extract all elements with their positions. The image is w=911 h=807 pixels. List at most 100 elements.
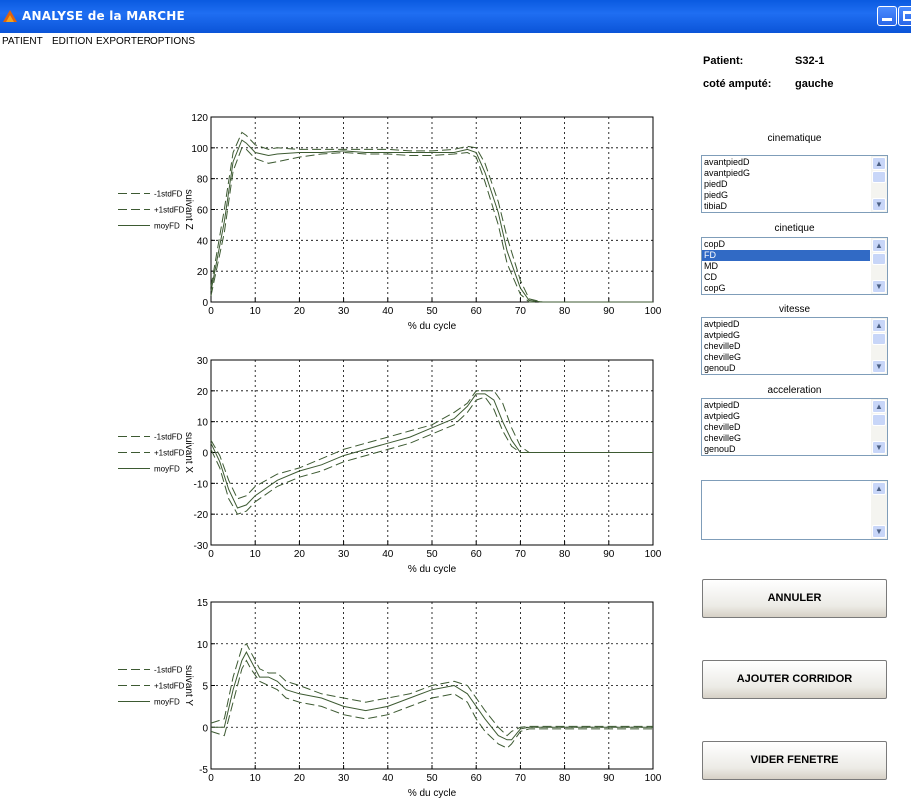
- vertical-scrollbar[interactable]: ▲ ▼: [871, 156, 887, 212]
- y-tick-label: 20: [197, 387, 209, 398]
- list-item[interactable]: genouD: [702, 363, 870, 374]
- list-item[interactable]: chevilleG: [702, 352, 870, 363]
- x-tick-label: 70: [515, 306, 527, 317]
- cinetique-title: cinetique: [774, 223, 815, 234]
- patient-label: Patient:: [703, 55, 744, 67]
- legend-label: -1stdFD: [154, 190, 183, 199]
- vertical-scrollbar[interactable]: ▲ ▼: [871, 318, 887, 374]
- legend-label: +1stdFD: [154, 682, 185, 691]
- x-tick-label: 20: [294, 306, 306, 317]
- acceleration-listbox[interactable]: avtpiedD avtpiedG chevilleD chevilleG genouD…: [701, 398, 888, 456]
- list-item[interactable]: FD: [702, 250, 870, 261]
- x-tick-label: 80: [559, 549, 571, 560]
- list-item[interactable]: avtpiedD: [702, 400, 870, 411]
- x-tick-label: 30: [338, 306, 350, 317]
- list-item[interactable]: chevilleD: [702, 341, 870, 352]
- list-item[interactable]: MD: [702, 261, 870, 272]
- x-tick-label: 0: [208, 549, 214, 560]
- add-corridor-button[interactable]: AJOUTER CORRIDOR: [702, 660, 887, 699]
- x-tick-label: 10: [250, 549, 262, 560]
- list-item[interactable]: avtpiedG: [702, 330, 870, 341]
- scroll-thumb[interactable]: [872, 253, 886, 265]
- list-item[interactable]: CD: [702, 272, 870, 283]
- chart-y: 0 10 20 30 40 50 60 70 80 90 100-5051015% du cycle…: [118, 598, 662, 799]
- x-tick-label: 50: [426, 306, 438, 317]
- x-tick-label: 20: [294, 549, 306, 560]
- scroll-up-icon[interactable]: ▲: [872, 319, 886, 332]
- menu-options[interactable]: OPTIONS: [150, 36, 195, 47]
- list-item[interactable]: piedG: [702, 190, 870, 201]
- list-items: copD FD MD CD copG: [702, 239, 870, 294]
- scroll-down-icon[interactable]: ▼: [872, 441, 886, 454]
- menu-patient[interactable]: PATIENT: [2, 36, 43, 47]
- y-tick-label: 10: [197, 640, 209, 651]
- vertical-scrollbar[interactable]: ▲ ▼: [871, 399, 887, 455]
- x-tick-label: 100: [645, 306, 662, 317]
- list-item[interactable]: chevilleG: [702, 433, 870, 444]
- chart-x: 0 10 20 30 40 50 60 70 80 90 100 -30 -20 -10 0 10 20 30 % …: [118, 356, 662, 575]
- x-tick-label: 0: [208, 773, 214, 784]
- matlab-logo-icon: [3, 10, 17, 22]
- maximize-button[interactable]: [898, 6, 911, 26]
- y-axis-label: suivant X: [183, 432, 194, 473]
- scroll-up-icon[interactable]: ▲: [872, 482, 886, 495]
- list-item[interactable]: tibiaD: [702, 201, 870, 212]
- scroll-thumb[interactable]: [872, 333, 886, 345]
- scroll-up-icon[interactable]: ▲: [872, 239, 886, 252]
- empty-listbox[interactable]: ▲ ▼: [701, 480, 888, 540]
- y-tick-label: 40: [197, 236, 209, 247]
- scroll-down-icon[interactable]: ▼: [872, 280, 886, 293]
- scroll-down-icon[interactable]: ▼: [872, 198, 886, 211]
- y-tick-label: 0: [202, 723, 208, 734]
- maximize-icon: [903, 11, 911, 21]
- menu-edition[interactable]: EDITION: [52, 36, 93, 47]
- list-item[interactable]: copD: [702, 239, 870, 250]
- list-item[interactable]: piedD: [702, 179, 870, 190]
- legend-label: -1stdFD: [154, 433, 183, 442]
- scroll-down-icon[interactable]: ▼: [872, 360, 886, 373]
- y-tick-label: 10: [197, 418, 209, 429]
- list-item[interactable]: chevilleD: [702, 422, 870, 433]
- cancel-button[interactable]: ANNULER: [702, 579, 887, 618]
- list-item[interactable]: genouD: [702, 444, 870, 455]
- menu-exporter[interactable]: EXPORTER: [96, 36, 151, 47]
- vitesse-listbox[interactable]: avtpiedD avtpiedG chevilleD chevilleG genouD…: [701, 317, 888, 375]
- y-tick-label: -10: [194, 479, 209, 490]
- vertical-scrollbar[interactable]: ▲ ▼: [871, 481, 887, 539]
- y-tick-label: -30: [194, 541, 209, 552]
- x-tick-label: 10: [250, 306, 262, 317]
- acceleration-title: acceleration: [767, 385, 822, 396]
- x-tick-label: 20: [294, 773, 306, 784]
- list-item[interactable]: avantpiedD: [702, 157, 870, 168]
- y-tick-label: 60: [197, 206, 209, 217]
- cinetique-listbox[interactable]: copD FD MD CD copG ▲ ▼: [701, 237, 888, 295]
- y-tick-label: 30: [197, 356, 209, 367]
- scroll-down-icon[interactable]: ▼: [872, 525, 886, 538]
- scroll-thumb[interactable]: [872, 414, 886, 426]
- x-tick-label: 60: [471, 306, 483, 317]
- list-item[interactable]: copG: [702, 283, 870, 294]
- x-tick-label: 80: [559, 773, 571, 784]
- list-item[interactable]: avtpiedD: [702, 319, 870, 330]
- x-tick-label: 90: [603, 306, 615, 317]
- x-tick-label: 100: [645, 773, 662, 784]
- y-tick-label: 0: [202, 298, 208, 309]
- clear-window-button[interactable]: VIDER FENETRE: [702, 741, 887, 780]
- y-tick-label: -20: [194, 510, 209, 521]
- x-tick-label: 30: [338, 549, 350, 560]
- x-tick-label: 80: [559, 306, 571, 317]
- list-item[interactable]: avantpiedG: [702, 168, 870, 179]
- scroll-up-icon[interactable]: ▲: [872, 400, 886, 413]
- scroll-thumb[interactable]: [872, 171, 886, 183]
- minimize-button[interactable]: [877, 6, 897, 26]
- cinematique-listbox[interactable]: avantpiedD avantpiedG piedD piedG tibiaD ▲ ▼: [701, 155, 888, 213]
- list-item[interactable]: avtpiedG: [702, 411, 870, 422]
- legend-label: +1stdFD: [154, 449, 185, 458]
- x-axis-label: % du cycle: [408, 788, 457, 799]
- x-tick-label: 40: [382, 306, 394, 317]
- x-tick-label: 40: [382, 549, 394, 560]
- x-tick-label: 60: [471, 773, 483, 784]
- legend-label: +1stdFD: [154, 206, 185, 215]
- vertical-scrollbar[interactable]: ▲ ▼: [871, 238, 887, 294]
- scroll-up-icon[interactable]: ▲: [872, 157, 886, 170]
